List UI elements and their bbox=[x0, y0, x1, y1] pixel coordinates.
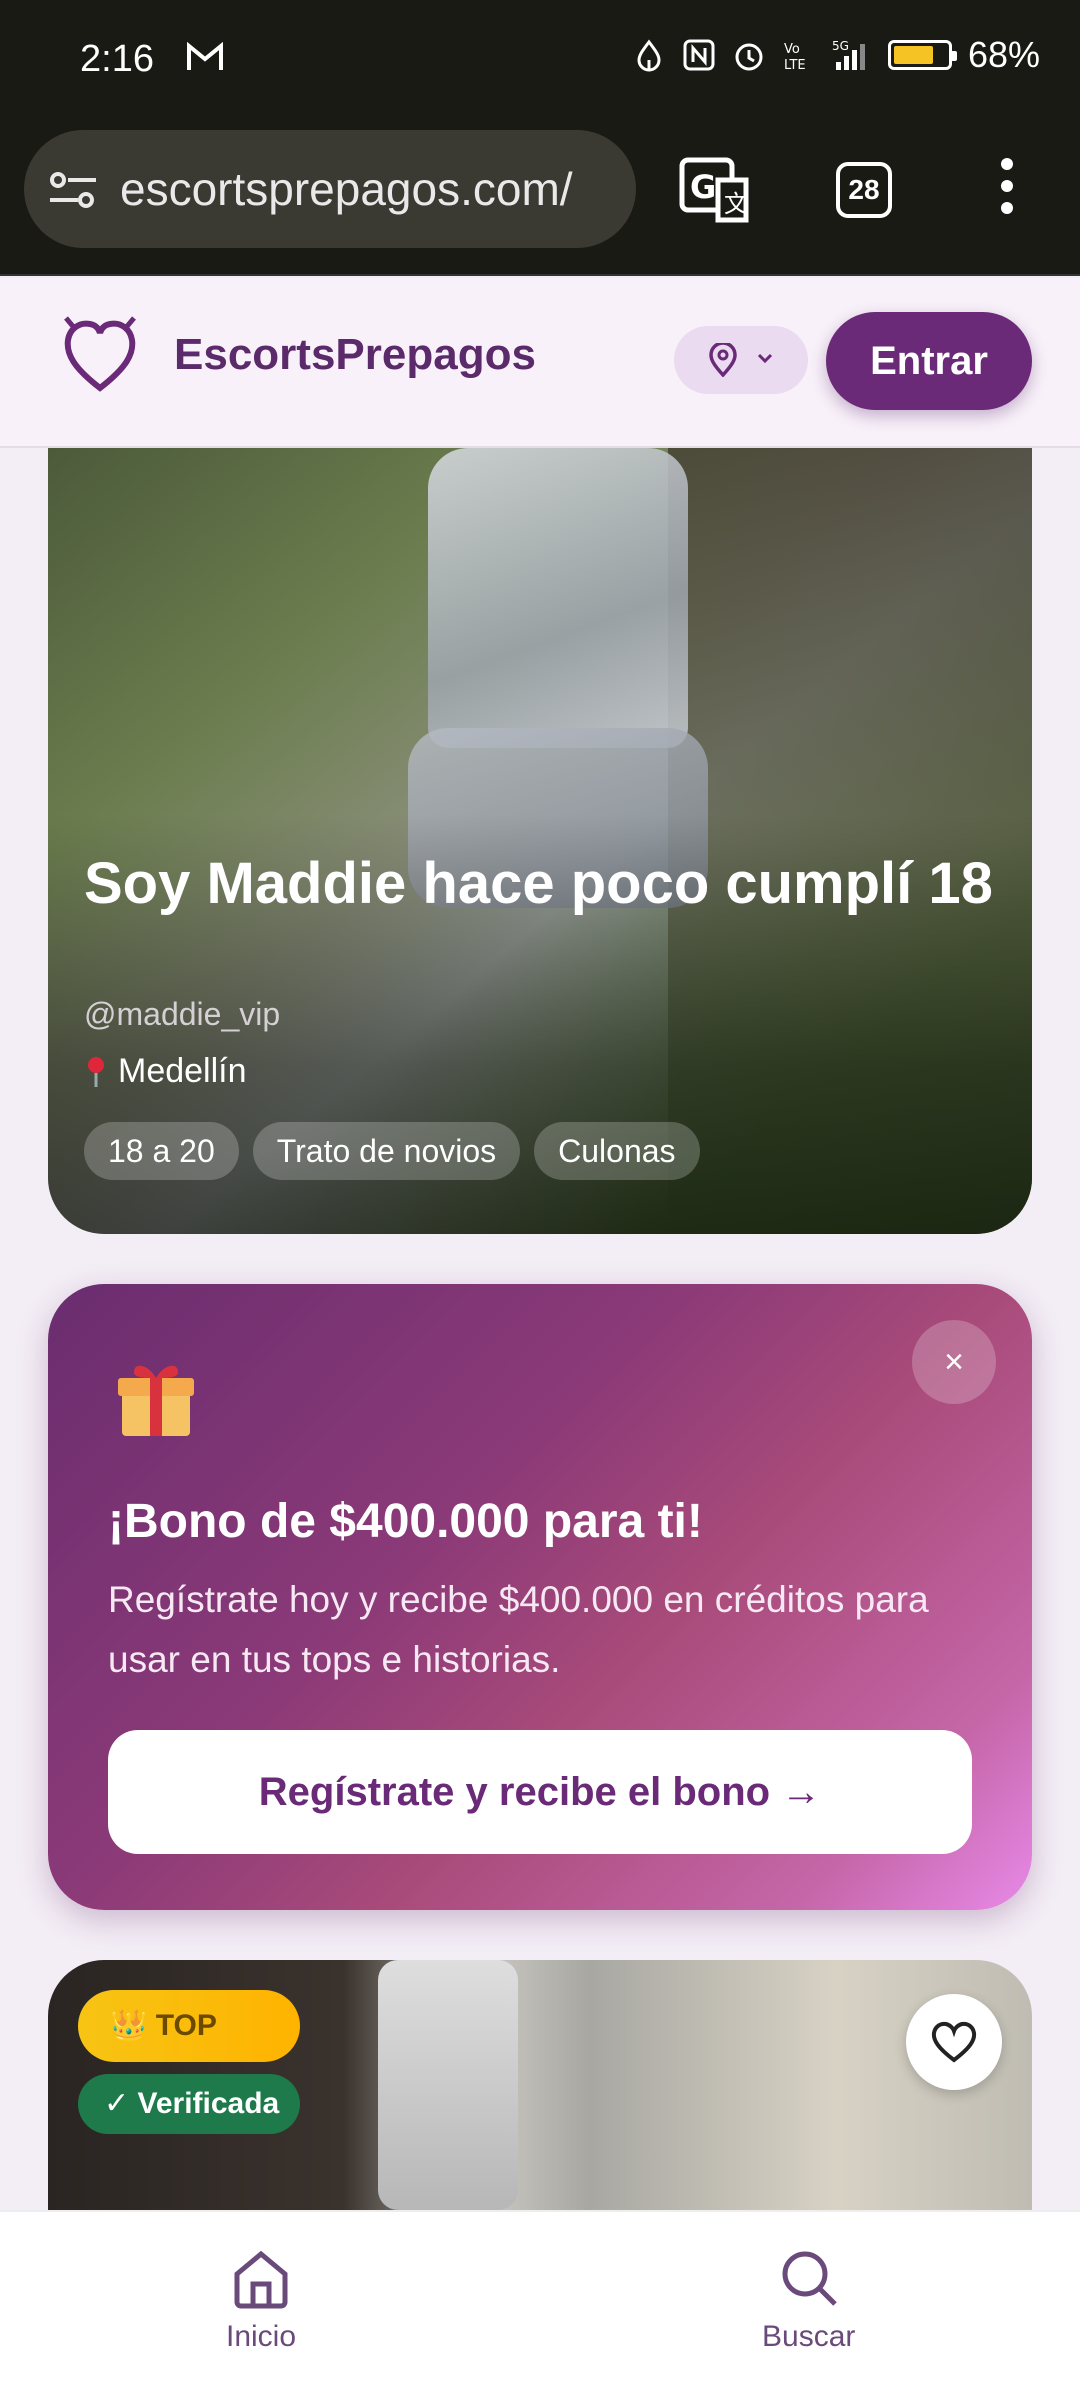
svg-text:LTE: LTE bbox=[784, 58, 806, 72]
profile-photo bbox=[378, 1960, 518, 2210]
profile-handle: @maddie_vip bbox=[84, 996, 281, 1032]
promo-heading: ¡Bono de $400.000 para ti! bbox=[108, 1495, 703, 1548]
alarm-icon bbox=[735, 43, 763, 71]
battery-level: 68% bbox=[967, 34, 1040, 75]
status-time: 2:16 bbox=[80, 38, 154, 80]
profile-tags: 18 a 20 Trato de novios Culonas bbox=[84, 1122, 700, 1180]
heart-icon bbox=[931, 2021, 977, 2063]
brand-name[interactable]: EscortsPrepagos bbox=[174, 330, 536, 380]
pin-icon bbox=[88, 1056, 104, 1087]
tag-chip[interactable]: Trato de novios bbox=[252, 1122, 521, 1180]
nav-home-label: Inicio bbox=[226, 2320, 297, 2353]
url-text: escortsprepagos.com/ bbox=[120, 163, 573, 215]
favorite-button[interactable] bbox=[906, 1994, 1002, 2090]
profile-location: Medellín bbox=[84, 1052, 247, 1091]
nav-search[interactable]: Buscar bbox=[762, 2246, 855, 2354]
verified-badge: ✓ Verificada bbox=[78, 2074, 300, 2134]
url-bar[interactable]: escortsprepagos.com/ bbox=[24, 130, 636, 248]
svg-text:文: 文 bbox=[724, 190, 748, 218]
nav-search-label: Buscar bbox=[762, 2320, 856, 2353]
register-bonus-button[interactable]: Regístrate y recibe el bono → bbox=[108, 1730, 972, 1854]
translate-icon[interactable]: G文 bbox=[678, 156, 750, 224]
svg-text:G: G bbox=[690, 168, 716, 206]
profile-title: Soy Maddie hace poco cumplí 18 bbox=[84, 851, 993, 916]
profile-city: Medellín bbox=[118, 1052, 247, 1090]
site-settings-icon[interactable] bbox=[48, 170, 98, 210]
nav-home[interactable]: Inicio bbox=[226, 2246, 296, 2354]
chevron-down-icon bbox=[757, 353, 773, 364]
heart-logo-icon[interactable] bbox=[62, 314, 138, 394]
location-pin-icon bbox=[709, 343, 737, 377]
location-selector[interactable] bbox=[674, 326, 808, 394]
battery-icon bbox=[887, 40, 957, 70]
site-header: EscortsPrepagos Entrar bbox=[0, 278, 1080, 448]
data-saver-icon bbox=[637, 39, 661, 72]
gift-icon bbox=[118, 1365, 194, 1436]
svg-text:Vo: Vo bbox=[784, 42, 800, 57]
signal-5g-icon: 5G bbox=[832, 39, 865, 70]
close-button[interactable]: × bbox=[912, 1320, 996, 1404]
more-menu-icon[interactable] bbox=[992, 156, 1022, 216]
bottom-navigation: Inicio Buscar bbox=[0, 2210, 1080, 2400]
nfc-icon bbox=[683, 39, 715, 71]
tag-chip[interactable]: 18 a 20 bbox=[84, 1122, 239, 1180]
profile-card[interactable]: 👑 TOP ✓ Verificada bbox=[48, 1960, 1032, 2210]
bonus-promo-banner: × ¡Bono de $400.000 para ti! Regístrate … bbox=[48, 1284, 1032, 1910]
promo-body: Regístrate hoy y recibe $400.000 en créd… bbox=[108, 1579, 929, 1680]
top-badge: 👑 TOP bbox=[78, 1990, 300, 2062]
search-icon bbox=[782, 2251, 837, 2306]
svg-text:5G: 5G bbox=[832, 39, 849, 53]
tab-switcher-button[interactable]: 28 bbox=[836, 162, 892, 218]
tag-chip[interactable]: Culonas bbox=[534, 1122, 700, 1180]
home-icon bbox=[234, 2250, 288, 2309]
browser-toolbar: escortsprepagos.com/ G文 28 bbox=[0, 120, 1080, 276]
login-button[interactable]: Entrar bbox=[826, 312, 1032, 410]
volte-icon: VoLTE bbox=[784, 42, 806, 72]
status-bar: 2:16 Vo LTE 5G 68% bbox=[0, 0, 1080, 120]
gmail-icon bbox=[187, 42, 223, 70]
profile-card[interactable]: Soy Maddie hace poco cumplí 18 @maddie_v… bbox=[48, 448, 1032, 1234]
